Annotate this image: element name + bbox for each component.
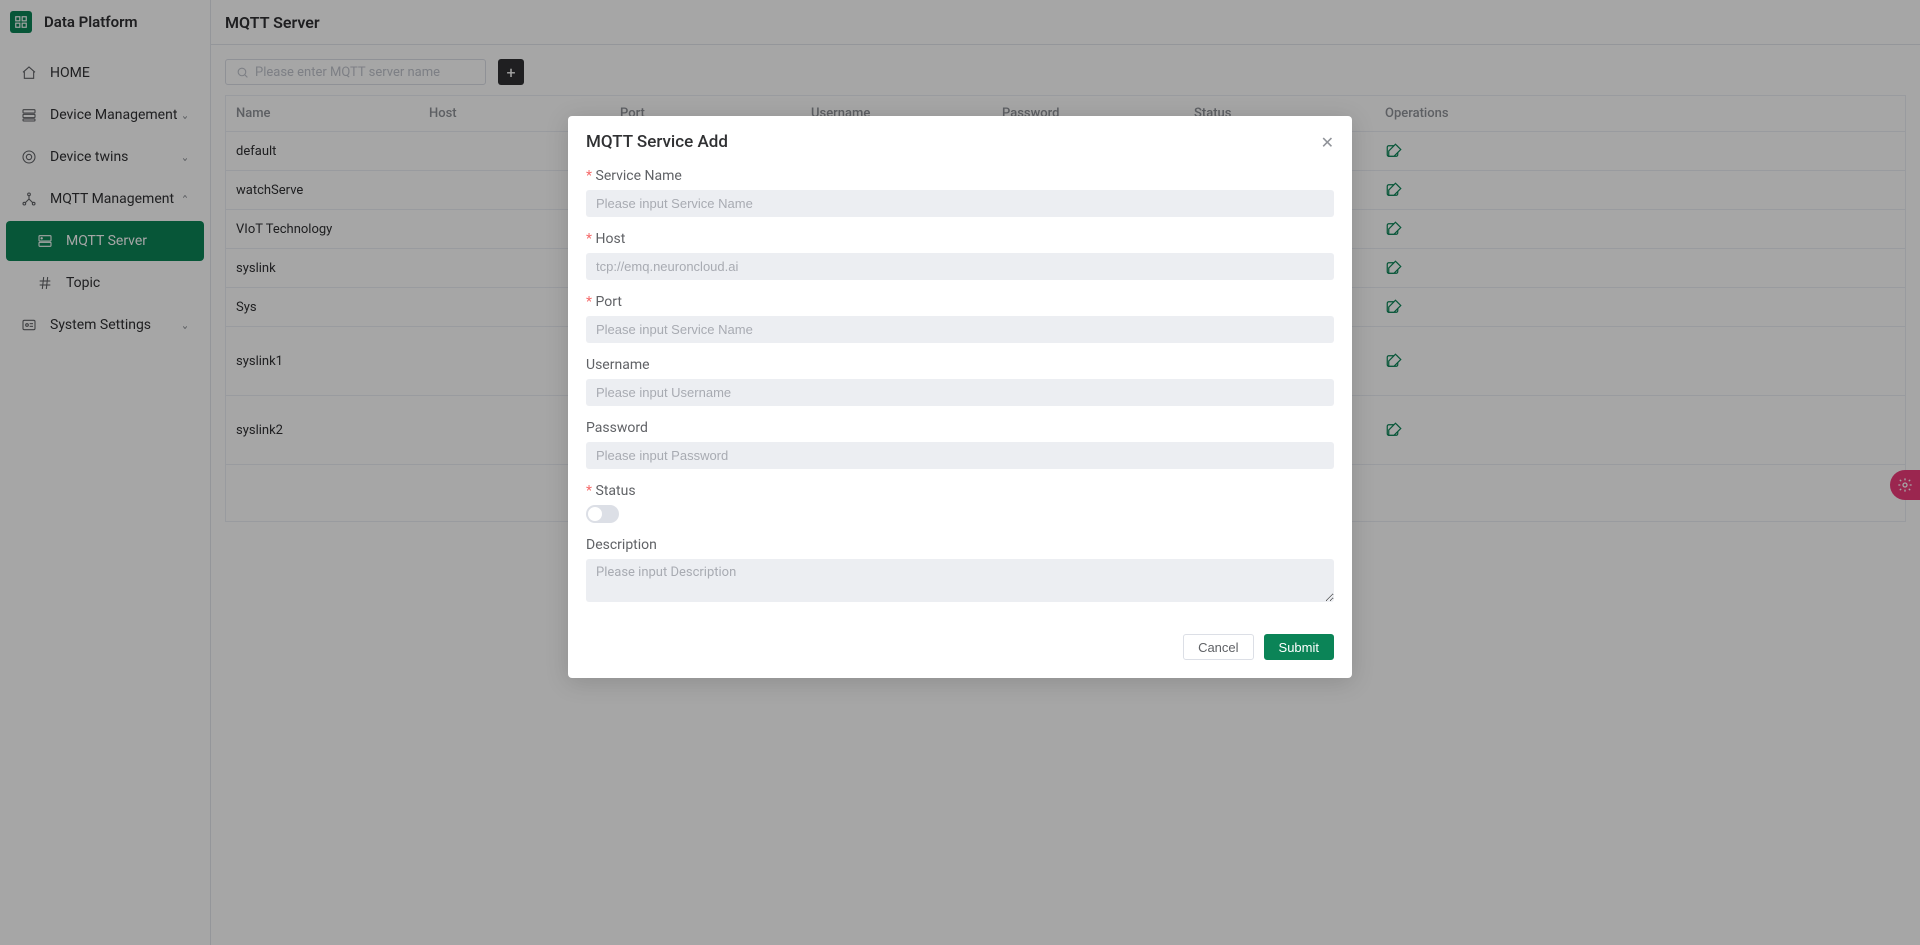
port-input[interactable] <box>586 316 1334 343</box>
modal-foot: Cancel Submit <box>568 624 1352 678</box>
description-label: Description <box>586 537 1334 553</box>
field-description: Description <box>586 537 1334 606</box>
password-input[interactable] <box>586 442 1334 469</box>
field-port: Port <box>586 294 1334 343</box>
username-input[interactable] <box>586 379 1334 406</box>
field-host: Host <box>586 231 1334 280</box>
status-label: Status <box>586 483 1334 499</box>
field-username: Username <box>586 357 1334 406</box>
host-label: Host <box>586 231 1334 247</box>
modal-overlay[interactable]: MQTT Service Add ✕ Service Name Host Por… <box>0 0 1920 945</box>
password-label: Password <box>586 420 1334 436</box>
status-switch[interactable] <box>586 505 619 523</box>
modal-body: Service Name Host Port Username Password… <box>568 168 1352 624</box>
field-status: Status <box>586 483 1334 523</box>
close-button[interactable]: ✕ <box>1321 133 1334 152</box>
cancel-button[interactable]: Cancel <box>1183 634 1253 660</box>
field-password: Password <box>586 420 1334 469</box>
host-input[interactable] <box>586 253 1334 280</box>
username-label: Username <box>586 357 1334 373</box>
modal-head: MQTT Service Add ✕ <box>568 116 1352 168</box>
field-service-name: Service Name <box>586 168 1334 217</box>
submit-button[interactable]: Submit <box>1264 634 1334 660</box>
service-name-label: Service Name <box>586 168 1334 184</box>
description-input[interactable] <box>586 559 1334 602</box>
close-icon: ✕ <box>1321 133 1334 152</box>
service-name-input[interactable] <box>586 190 1334 217</box>
modal: MQTT Service Add ✕ Service Name Host Por… <box>568 116 1352 678</box>
modal-title: MQTT Service Add <box>586 132 1321 152</box>
port-label: Port <box>586 294 1334 310</box>
